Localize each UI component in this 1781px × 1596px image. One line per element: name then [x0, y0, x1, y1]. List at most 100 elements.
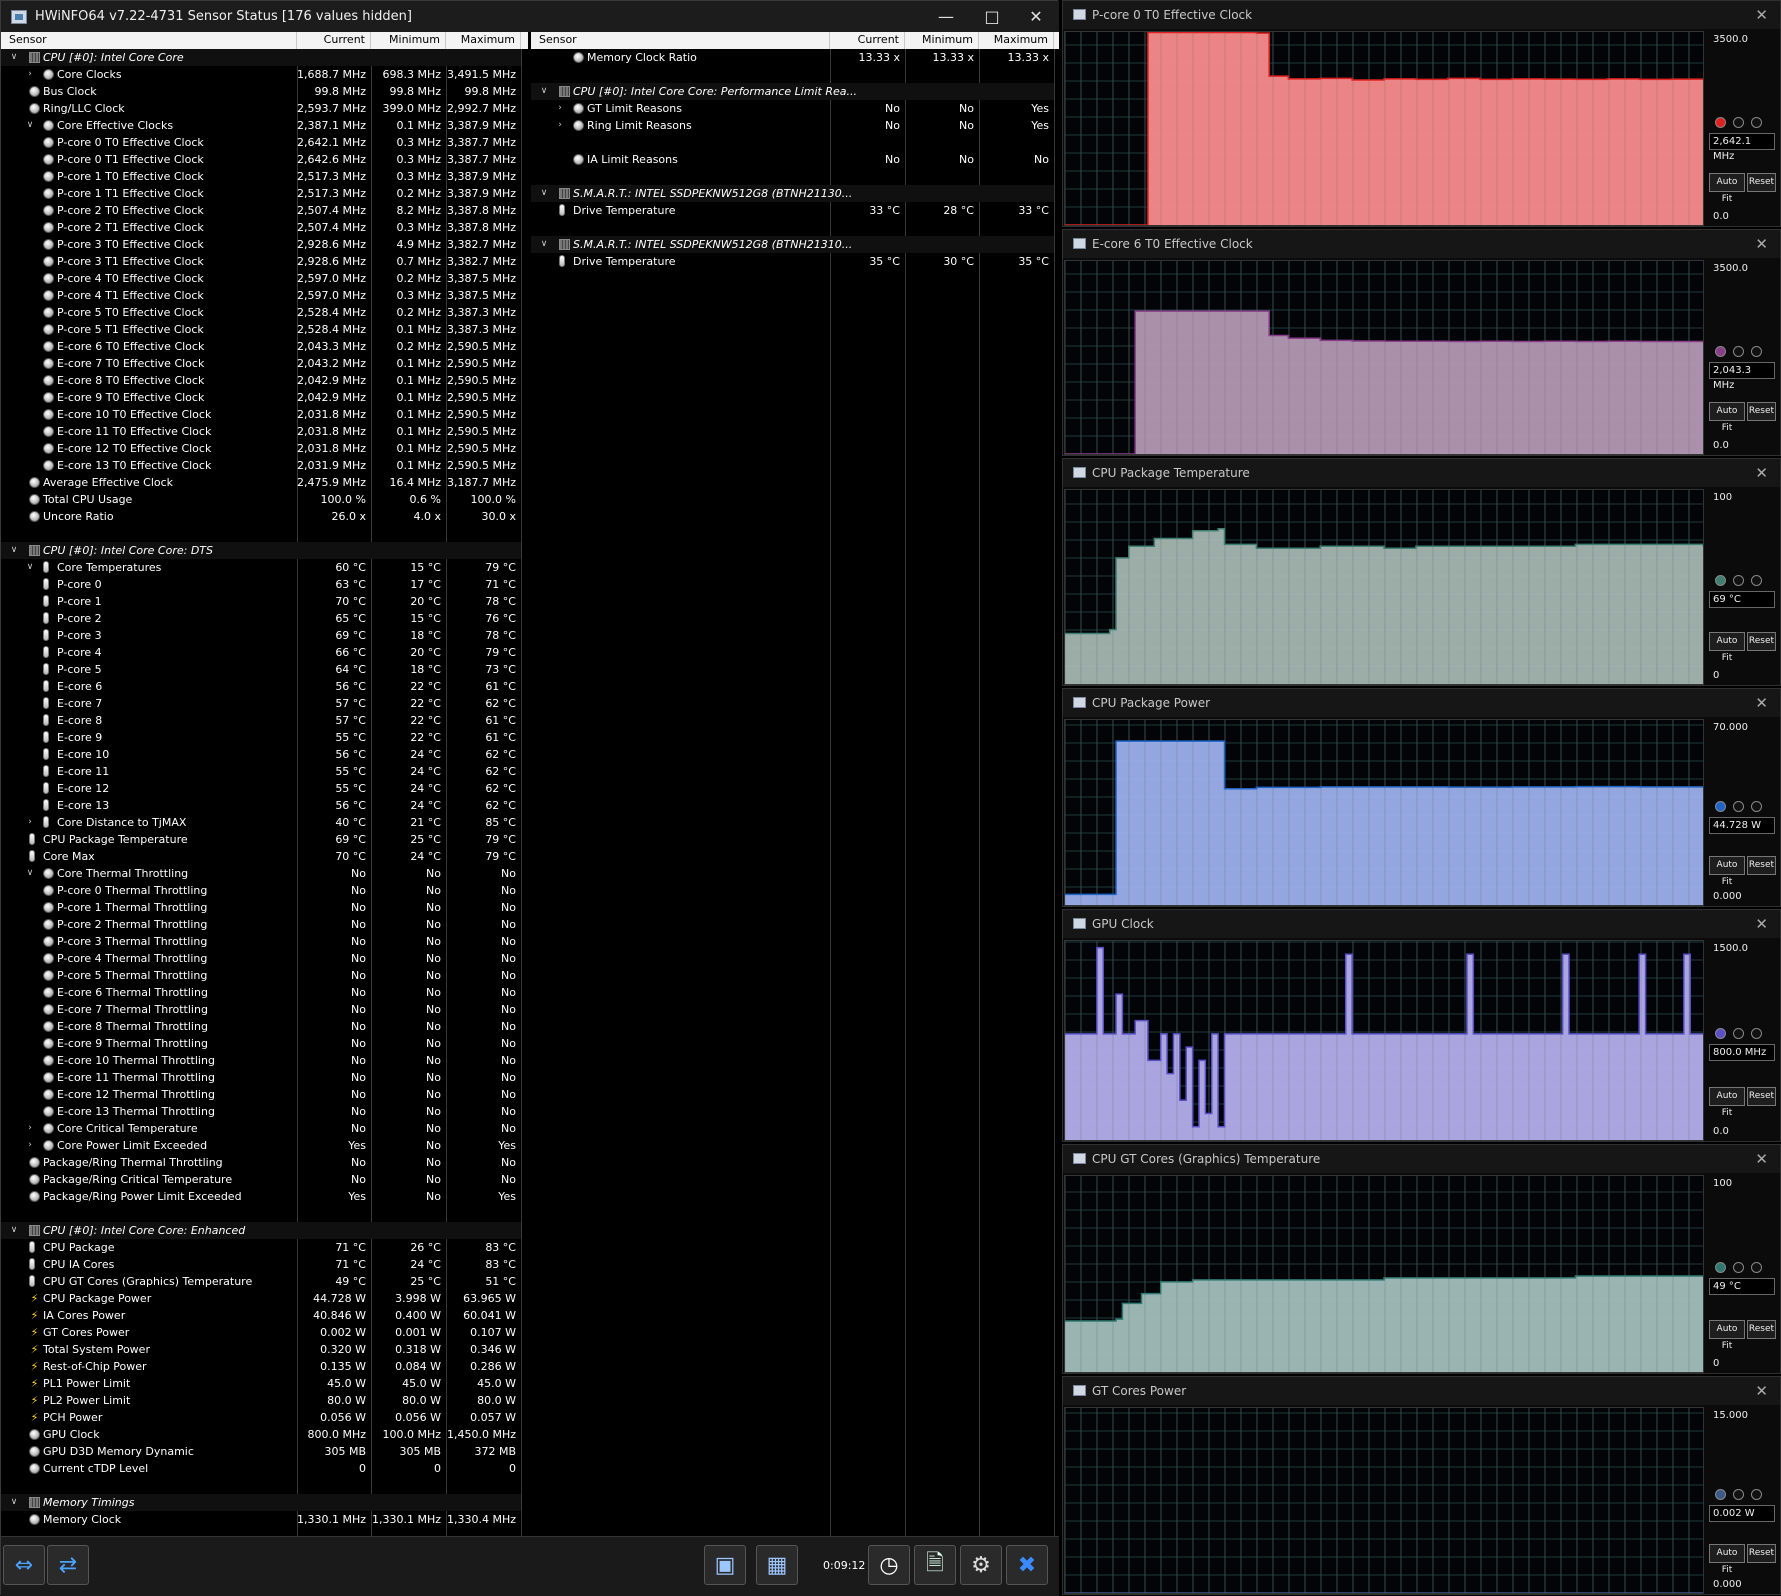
sensor-row[interactable]: P-core 3 T0 Effective Clock2,928.6 MHz4.…	[1, 236, 521, 253]
sensor-row[interactable]: E-core 1356 °C24 °C62 °C	[1, 797, 521, 814]
color-dot-icon[interactable]	[1751, 801, 1762, 812]
collapse-chevron-icon[interactable]: ∨	[25, 117, 35, 134]
collapse-chevron-icon[interactable]: ∨	[25, 865, 35, 882]
sensor-row[interactable]: ⚡PCH Power0.056 W0.056 W0.057 W	[1, 1409, 521, 1426]
auto-fit-button[interactable]: Auto Fit	[1709, 173, 1745, 192]
expand-chevron-icon[interactable]: ›	[25, 814, 35, 831]
sensor-row[interactable]: P-core 564 °C18 °C73 °C	[1, 661, 521, 678]
color-dot-icon[interactable]	[1751, 1262, 1762, 1273]
color-dot-icon[interactable]	[1715, 117, 1726, 128]
sensor-row[interactable]: Package/Ring Power Limit ExceededYesNoYe…	[1, 1188, 521, 1205]
sensor-row[interactable]: E-core 955 °C22 °C61 °C	[1, 729, 521, 746]
sensor-row[interactable]: E-core 12 Thermal ThrottlingNoNoNo	[1, 1086, 521, 1103]
column-maximum[interactable]: Maximum	[446, 32, 521, 49]
column-maximum-right[interactable]: Maximum	[979, 32, 1054, 49]
sensor-row[interactable]: E-core 9 Thermal ThrottlingNoNoNo	[1, 1035, 521, 1052]
sensor-row[interactable]: ›Core Distance to TjMAX40 °C21 °C85 °C	[1, 814, 521, 831]
color-dot-icon[interactable]	[1733, 1028, 1744, 1039]
collapse-chevron-icon[interactable]: ∨	[9, 1494, 19, 1511]
sensor-row[interactable]: P-core 3 Thermal ThrottlingNoNoNo	[1, 933, 521, 950]
sensor-row[interactable]: E-core 1155 °C24 °C62 °C	[1, 763, 521, 780]
monitor-icon[interactable]: ▣	[704, 1545, 746, 1585]
reset-button[interactable]: Reset	[1747, 856, 1776, 875]
sensor-row[interactable]: P-core 2 T0 Effective Clock2,507.4 MHz8.…	[1, 202, 521, 219]
sensor-row[interactable]: Current cTDP Level000	[1, 1460, 521, 1477]
sensor-row[interactable]: ∨CPU [#0]: Intel Core Core	[1, 49, 521, 66]
sensor-row[interactable]: E-core 757 °C22 °C62 °C	[1, 695, 521, 712]
color-dot-icon[interactable]	[1751, 1489, 1762, 1500]
column-minimum-right[interactable]: Minimum	[905, 32, 979, 49]
sensor-row[interactable]: CPU Package71 °C26 °C83 °C	[1, 1239, 521, 1256]
sensor-row[interactable]: E-core 8 T0 Effective Clock2,042.9 MHz0.…	[1, 372, 521, 389]
sensor-row[interactable]: E-core 656 °C22 °C61 °C	[1, 678, 521, 695]
sensor-row[interactable]: P-core 5 Thermal ThrottlingNoNoNo	[1, 967, 521, 984]
sensor-row[interactable]: ›Core Power Limit ExceededYesNoYes	[1, 1137, 521, 1154]
sensor-row[interactable]: P-core 2 T1 Effective Clock2,507.4 MHz0.…	[1, 219, 521, 236]
sensor-row[interactable]: P-core 0 T1 Effective Clock2,642.6 MHz0.…	[1, 151, 521, 168]
sensor-row[interactable]: P-core 4 T0 Effective Clock2,597.0 MHz0.…	[1, 270, 521, 287]
sensor-row[interactable]: ∨S.M.A.R.T.: INTEL SSDPEKNW512G8 (BTNH21…	[531, 185, 1054, 202]
sensor-row[interactable]: ∨CPU [#0]: Intel Core Core: Enhanced	[1, 1222, 521, 1239]
expand-arrows-icon[interactable]: ⇔	[3, 1545, 45, 1585]
sensor-row[interactable]: E-core 11 Thermal ThrottlingNoNoNo	[1, 1069, 521, 1086]
sensor-row[interactable]: Ring/LLC Clock2,593.7 MHz399.0 MHz2,992.…	[1, 100, 521, 117]
close-graph-icon[interactable]: ✕	[1755, 689, 1768, 717]
column-sensor-right[interactable]: Sensor	[531, 32, 830, 49]
sensor-row[interactable]: P-core 3 T1 Effective Clock2,928.6 MHz0.…	[1, 253, 521, 270]
sensor-row[interactable]: CPU IA Cores71 °C24 °C83 °C	[1, 1256, 521, 1273]
sensor-row[interactable]: E-core 857 °C22 °C61 °C	[1, 712, 521, 729]
expand-chevron-icon[interactable]: ›	[25, 1137, 35, 1154]
sensor-row[interactable]: P-core 0 T0 Effective Clock2,642.1 MHz0.…	[1, 134, 521, 151]
sensor-row[interactable]: ∨CPU [#0]: Intel Core Core: Performance …	[531, 83, 1054, 100]
sensor-row[interactable]: ∨Core Effective Clocks2,387.1 MHz0.1 MHz…	[1, 117, 521, 134]
sensor-row[interactable]: P-core 1 T1 Effective Clock2,517.3 MHz0.…	[1, 185, 521, 202]
reset-button[interactable]: Reset	[1747, 632, 1776, 651]
sensor-row[interactable]: P-core 0 Thermal ThrottlingNoNoNo	[1, 882, 521, 899]
sensor-row[interactable]: P-core 466 °C20 °C79 °C	[1, 644, 521, 661]
sensor-row[interactable]: E-core 7 Thermal ThrottlingNoNoNo	[1, 1001, 521, 1018]
sensor-row[interactable]: Drive Temperature35 °C30 °C35 °C	[531, 253, 1054, 270]
color-dot-icon[interactable]	[1751, 117, 1762, 128]
sensor-row[interactable]: Core Max70 °C24 °C79 °C	[1, 848, 521, 865]
minimize-icon[interactable]: —	[923, 1, 969, 32]
sensor-row[interactable]: Package/Ring Critical TemperatureNoNoNo	[1, 1171, 521, 1188]
color-dot-icon[interactable]	[1733, 346, 1744, 357]
sensor-row[interactable]: P-core 2 Thermal ThrottlingNoNoNo	[1, 916, 521, 933]
close-graph-icon[interactable]: ✕	[1755, 230, 1768, 258]
expand-chevron-icon[interactable]: ›	[555, 117, 565, 134]
sensor-row[interactable]: ⚡PL1 Power Limit45.0 W45.0 W45.0 W	[1, 1375, 521, 1392]
color-dot-icon[interactable]	[1733, 1489, 1744, 1500]
sensor-row[interactable]: IA Limit ReasonsNoNoNo	[531, 151, 1054, 168]
sensor-row[interactable]: E-core 1255 °C24 °C62 °C	[1, 780, 521, 797]
sensor-row[interactable]: Package/Ring Thermal ThrottlingNoNoNo	[1, 1154, 521, 1171]
color-dot-icon[interactable]	[1715, 1028, 1726, 1039]
sensor-row[interactable]: CPU GT Cores (Graphics) Temperature49 °C…	[1, 1273, 521, 1290]
auto-fit-button[interactable]: Auto Fit	[1709, 856, 1745, 875]
sensor-row[interactable]: ∨Memory Timings	[1, 1494, 521, 1511]
column-sensor[interactable]: Sensor	[1, 32, 297, 49]
sensor-row[interactable]: ∨Core Temperatures60 °C15 °C79 °C	[1, 559, 521, 576]
sensor-row[interactable]: E-core 7 T0 Effective Clock2,043.2 MHz0.…	[1, 355, 521, 372]
color-dot-icon[interactable]	[1733, 117, 1744, 128]
sensor-row[interactable]: ∨CPU [#0]: Intel Core Core: DTS	[1, 542, 521, 559]
collapse-chevron-icon[interactable]: ∨	[9, 542, 19, 559]
close-graph-icon[interactable]: ✕	[1755, 1, 1768, 29]
sensor-row[interactable]: ∨Core Thermal ThrottlingNoNoNo	[1, 865, 521, 882]
close-icon[interactable]: ✕	[1013, 1, 1059, 32]
sensor-row[interactable]: P-core 5 T1 Effective Clock2,528.4 MHz0.…	[1, 321, 521, 338]
color-dot-icon[interactable]	[1715, 1262, 1726, 1273]
sensor-row[interactable]: E-core 13 T0 Effective Clock2,031.9 MHz0…	[1, 457, 521, 474]
column-current-right[interactable]: Current	[830, 32, 905, 49]
sensor-row[interactable]: P-core 1 T0 Effective Clock2,517.3 MHz0.…	[1, 168, 521, 185]
sensor-row[interactable]: ›Core Clocks1,688.7 MHz698.3 MHz3,491.5 …	[1, 66, 521, 83]
sensor-row[interactable]: CPU Package Temperature69 °C25 °C79 °C	[1, 831, 521, 848]
sensor-row[interactable]: E-core 11 T0 Effective Clock2,031.8 MHz0…	[1, 423, 521, 440]
expand-chevron-icon[interactable]: ›	[25, 1120, 35, 1137]
reset-button[interactable]: Reset	[1747, 402, 1776, 421]
sensor-row[interactable]: Drive Temperature33 °C28 °C33 °C	[531, 202, 1054, 219]
sensor-row[interactable]: ›Ring Limit ReasonsNoNoYes	[531, 117, 1054, 134]
close-sensors-icon[interactable]: ✖	[1006, 1545, 1048, 1585]
reset-button[interactable]: Reset	[1747, 1544, 1776, 1563]
sensor-row[interactable]: E-core 1056 °C24 °C62 °C	[1, 746, 521, 763]
log-file-icon[interactable]: 🗎	[914, 1545, 956, 1585]
